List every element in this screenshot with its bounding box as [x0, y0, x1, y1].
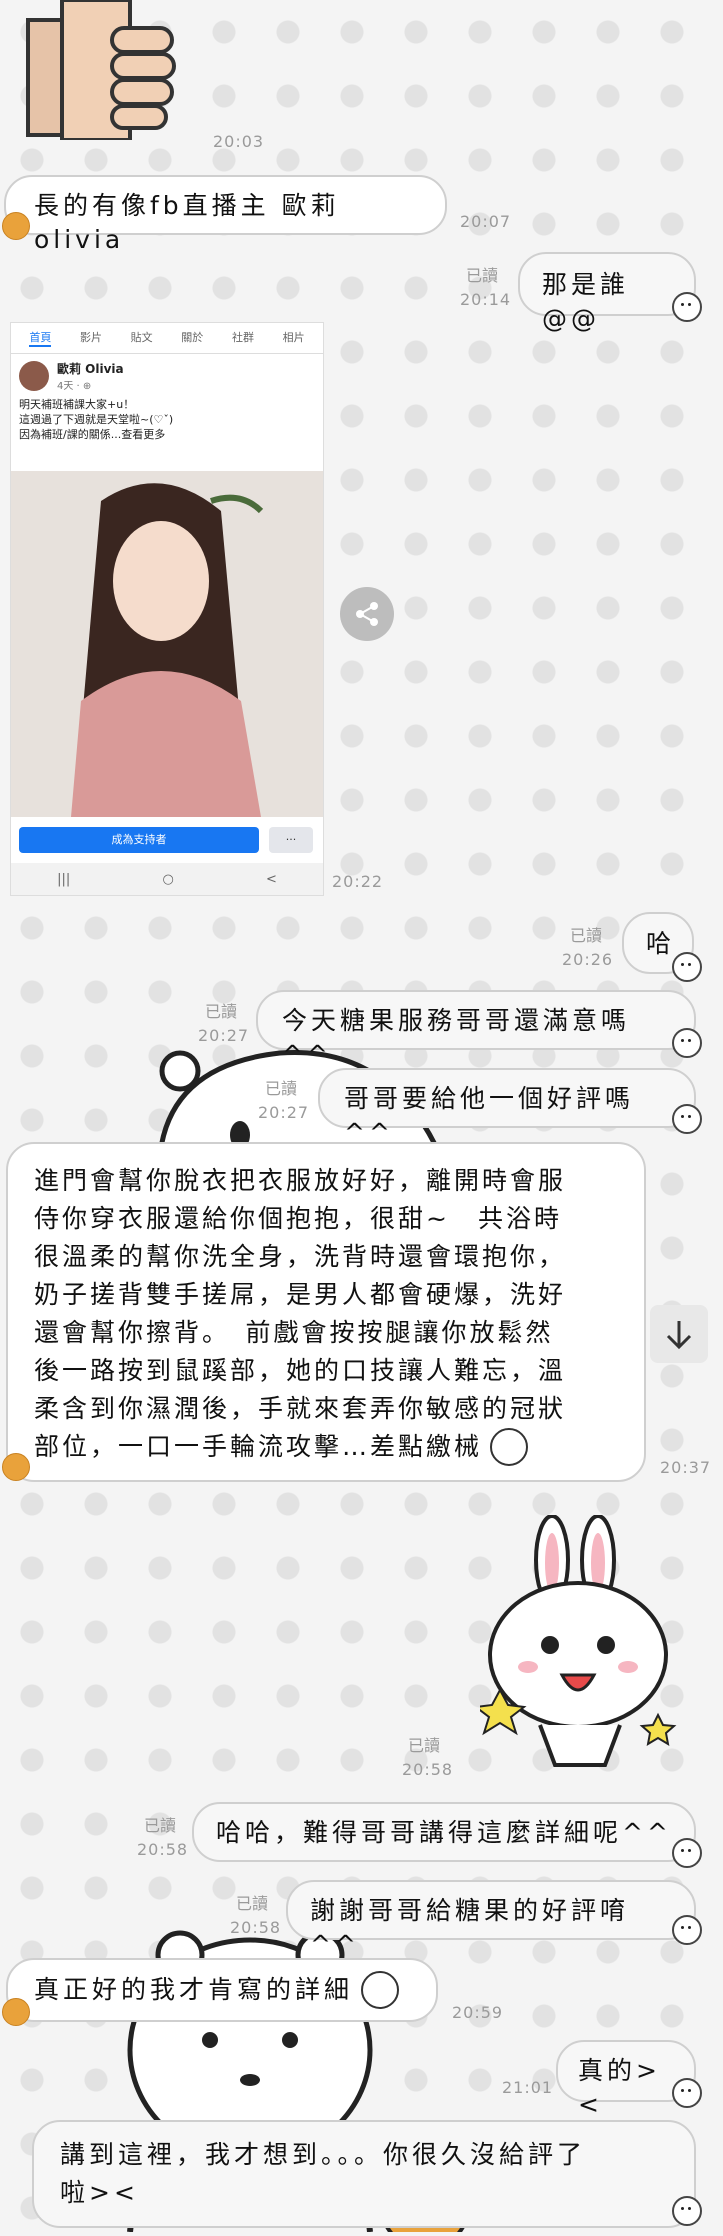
- sender-sticker-icon: [672, 292, 702, 322]
- read-status: 已讀: [466, 266, 499, 285]
- timestamp: 20:27: [258, 1103, 310, 1122]
- fb-avatar: [19, 361, 49, 391]
- message-line: 部位，一口一手輪流攻擊…差點繳械: [34, 1428, 618, 1466]
- timestamp: 20:14: [460, 290, 512, 309]
- emoji-icon: [490, 1428, 529, 1466]
- fb-post-photo: [11, 471, 323, 817]
- message-bubble-me: 謝謝哥哥給糖果的好評唷^^: [286, 1880, 696, 1959]
- avatar[interactable]: [2, 1453, 30, 1481]
- sender-sticker-icon: [672, 1028, 702, 1058]
- message-bubble-me: 那是誰@@: [518, 252, 696, 333]
- read-status: 已讀: [265, 1079, 298, 1098]
- timestamp: 20:07: [460, 212, 512, 231]
- message-line: 講到這裡，我才想到。。。你很久沒給評了: [60, 2140, 587, 2169]
- message-text: 哈哈，難得哥哥講得這麼詳細呢^^: [216, 1818, 672, 1847]
- avatar[interactable]: [2, 212, 30, 240]
- fb-post-text: 明天補班補課大家+u！: [19, 398, 135, 411]
- message-bubble-me: 今天糖果服務哥哥還滿意嗎^^: [256, 990, 696, 1069]
- sender-sticker-icon: [672, 1915, 702, 1945]
- timestamp: 20:58: [230, 1918, 282, 1937]
- message-bubble-them: 進門會幫你脫衣把衣服放好好，離開時會服 侍你穿衣服還給你個抱抱，很甜~ 共浴時 …: [6, 1142, 646, 1482]
- message-line: 還會幫你擦背。 前戲會按按腿讓你放鬆然: [34, 1318, 554, 1347]
- read-status: 已讀: [144, 1816, 177, 1835]
- fb-post-text: 這週過了下週就是天堂啦~(♡ˇ): [19, 412, 174, 426]
- sender-sticker-icon: [672, 2196, 702, 2226]
- message-line: 後一路按到鼠蹊部，她的口技讓人難忘，溫: [34, 1356, 567, 1385]
- message-text: 真的><: [578, 2056, 661, 2119]
- facebook-screenshot-image[interactable]: 首頁 影片 貼文 關於 社群 相片 歐莉 Olivia 4天 · ⊕ 明天補班補課大家+…: [10, 322, 324, 896]
- sender-sticker-icon: [672, 1838, 702, 1868]
- message-text: 那是誰@@: [542, 270, 630, 333]
- timestamp: 20:58: [137, 1840, 189, 1859]
- fb-post-meta: 4天 · ⊕: [57, 381, 92, 392]
- fb-support-button[interactable]: 成為支持者: [19, 827, 259, 853]
- message-bubble-them: 長的有像fb直播主 歐莉olivia: [4, 175, 447, 254]
- message-bubble-me: 講到這裡，我才想到。。。你很久沒給評了 啦><: [32, 2120, 696, 2228]
- message-line: 啦><: [60, 2178, 139, 2207]
- avatar[interactable]: [2, 1998, 30, 2026]
- message-bubble-me: 哥哥要給他一個好評嗎^^: [318, 1068, 696, 1147]
- rabbit-sticker: [473, 1514, 680, 1775]
- fb-page-name: 歐莉 Olivia: [57, 362, 124, 376]
- share-button[interactable]: [340, 587, 394, 641]
- message-line: 進門會幫你脫衣把衣服放好好，離開時會服: [34, 1166, 567, 1195]
- read-status: 已讀: [236, 1894, 269, 1913]
- sender-sticker-icon: [672, 1104, 702, 1134]
- message-line: 奶子搓背雙手搓屌，是男人都會硬爆，洗好: [34, 1280, 567, 1309]
- message-bubble-them: 真正好的我才肯寫的詳細: [6, 1958, 438, 2022]
- timestamp: 20:03: [213, 132, 265, 151]
- message-text: 長的有像fb直播主 歐莉olivia: [34, 191, 340, 254]
- message-line: 很溫柔的幫你洗全身，洗背時還會環抱你，: [34, 1242, 567, 1271]
- timestamp: 20:27: [198, 1026, 250, 1045]
- scroll-down-button[interactable]: [650, 1305, 708, 1363]
- message-text: 真正好的我才肯寫的詳細: [34, 1975, 354, 2005]
- timestamp: 20:59: [452, 2003, 504, 2022]
- message-line: 柔含到你濕潤後，手就來套弄你敏感的冠狀: [34, 1394, 567, 1423]
- message-text: 哥哥要給他一個好評嗎^^: [344, 1084, 635, 1147]
- message-text: 哈: [646, 929, 676, 958]
- fb-more-button[interactable]: ···: [269, 827, 313, 853]
- rabbit-emoji-icon: [361, 1971, 400, 2009]
- fb-tabs: 首頁 影片 貼文 關於 社群 相片: [11, 323, 323, 354]
- read-status: 已讀: [408, 1736, 441, 1755]
- sender-sticker-icon: [672, 952, 702, 982]
- thumbs-up-sticker: [20, 0, 180, 142]
- share-icon: [356, 602, 378, 626]
- scroll-down-icon: [666, 1321, 692, 1350]
- timestamp: 20:22: [332, 872, 384, 891]
- timestamp: 20:26: [562, 950, 614, 969]
- message-line: 侍你穿衣服還給你個抱抱，很甜~ 共浴時: [34, 1204, 562, 1233]
- timestamp: 20:58: [402, 1760, 454, 1779]
- message-bubble-me: 哈哈，難得哥哥講得這麼詳細呢^^: [192, 1802, 696, 1862]
- android-nav-bar: ||| ○ <: [11, 863, 323, 895]
- read-status: 已讀: [570, 926, 603, 945]
- read-status: 已讀: [205, 1002, 238, 1021]
- fb-post-text: 因為補班/課的關係...查看更多: [19, 427, 166, 441]
- timestamp: 20:37: [660, 1458, 712, 1477]
- sender-sticker-icon: [672, 2078, 702, 2108]
- timestamp: 21:01: [502, 2078, 554, 2097]
